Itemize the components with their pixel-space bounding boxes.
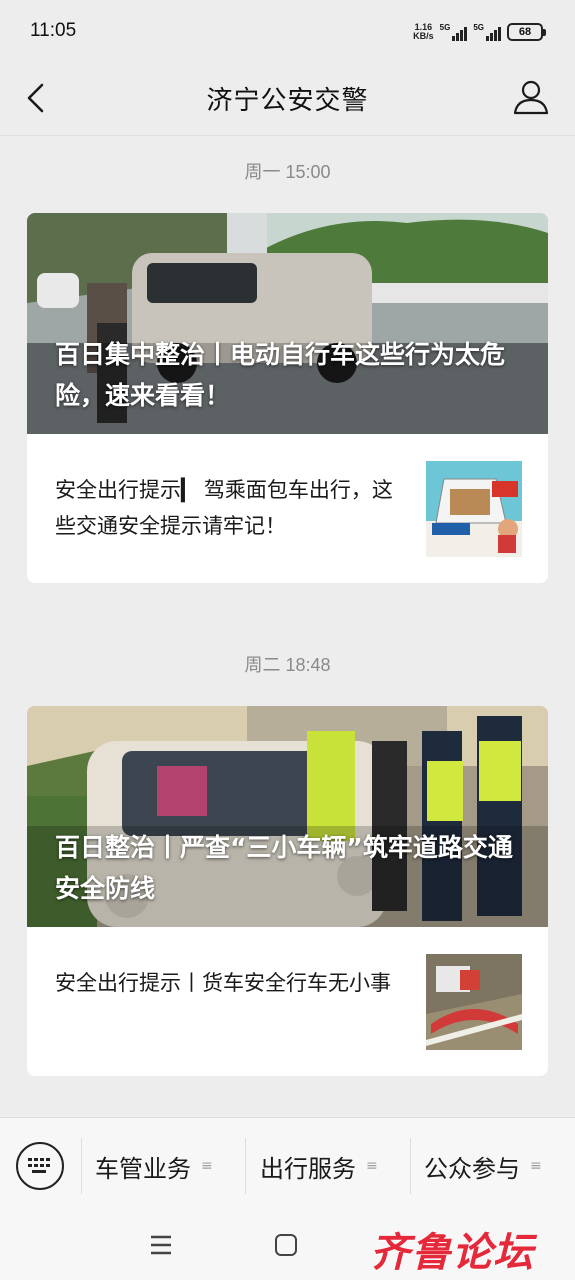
menu-item-travel-service[interactable]: 出行服务 ≡ [245, 1138, 410, 1194]
home-square-icon[interactable] [275, 1234, 297, 1256]
page-title: 济宁公安交警 [206, 86, 369, 116]
menu-list-icon: ≡ [201, 1158, 213, 1174]
profile-button[interactable] [511, 77, 551, 117]
message-timestamp: 周一 15:00 [244, 162, 331, 182]
cover-title: 百日整治丨严查“三小车辆”筑牢道路交通安全防线 [55, 833, 513, 903]
status-bar: 11:05 1.16 KB/s 5G 5G 68 [0, 0, 575, 64]
battery-icon: 68 [507, 23, 546, 41]
menu-list-icon: ≡ [366, 1158, 378, 1174]
person-icon [513, 80, 549, 115]
forum-watermark: 齐鲁论坛 [370, 1230, 534, 1276]
signal-label: 5G [439, 23, 451, 32]
article-cover[interactable]: 百日集中整治丨电动自行车这些行为太危险，速来看看！ [27, 213, 548, 434]
sub-article-title: 安全出行提示▎ 驾乘面包车出行，这些交通安全提示请牢记！ [55, 478, 393, 538]
message-timestamp: 周二 18:48 [244, 655, 331, 675]
signal-icon: 5G [473, 23, 501, 41]
menu-item-public-participation[interactable]: 公众参与 ≡ [410, 1138, 575, 1194]
cover-title: 百日集中整治丨电动自行车这些行为太危险，速来看看！ [55, 340, 506, 410]
menu-list-icon: ≡ [530, 1158, 542, 1174]
sub-article-thumbnail [426, 461, 522, 557]
keyboard-toggle-button[interactable] [16, 1142, 64, 1190]
menu-item-label: 公众参与 [424, 1154, 520, 1183]
menu-icon[interactable] [149, 1234, 173, 1256]
title-bar: 济宁公安交警 [0, 64, 575, 136]
article-card: 百日集中整治丨电动自行车这些行为太危险，速来看看！ 安全出行提示▎ 驾乘面包车出… [27, 213, 548, 583]
article-card: 百日整治丨严查“三小车辆”筑牢道路交通安全防线 安全出行提示丨货车安全行车无小事 [27, 706, 548, 1076]
menu-item-vehicle-management[interactable]: 车管业务 ≡ [81, 1138, 245, 1194]
network-speed-unit: KB/s [413, 31, 434, 41]
status-indicators: 1.16 KB/s 5G 5G 68 [413, 21, 546, 43]
sub-article[interactable]: 安全出行提示丨货车安全行车无小事 [27, 927, 548, 1076]
menu-item-label: 车管业务 [95, 1154, 191, 1183]
signal-icon: 5G [440, 23, 468, 41]
sub-article-title: 安全出行提示丨货车安全行车无小事 [55, 971, 391, 995]
keyboard-icon [28, 1158, 50, 1173]
bottom-menu: 车管业务 ≡ 出行服务 ≡ 公众参与 ≡ [0, 1117, 575, 1212]
network-speed: 1.16 KB/s [413, 23, 434, 41]
sub-article-thumbnail [426, 954, 522, 1050]
article-cover[interactable]: 百日整治丨严查“三小车辆”筑牢道路交通安全防线 [27, 706, 548, 927]
menu-item-label: 出行服务 [260, 1154, 356, 1183]
sub-article[interactable]: 安全出行提示▎ 驾乘面包车出行，这些交通安全提示请牢记！ [27, 434, 548, 583]
signal-label: 5G [473, 23, 484, 32]
status-time: 11:05 [30, 20, 77, 41]
